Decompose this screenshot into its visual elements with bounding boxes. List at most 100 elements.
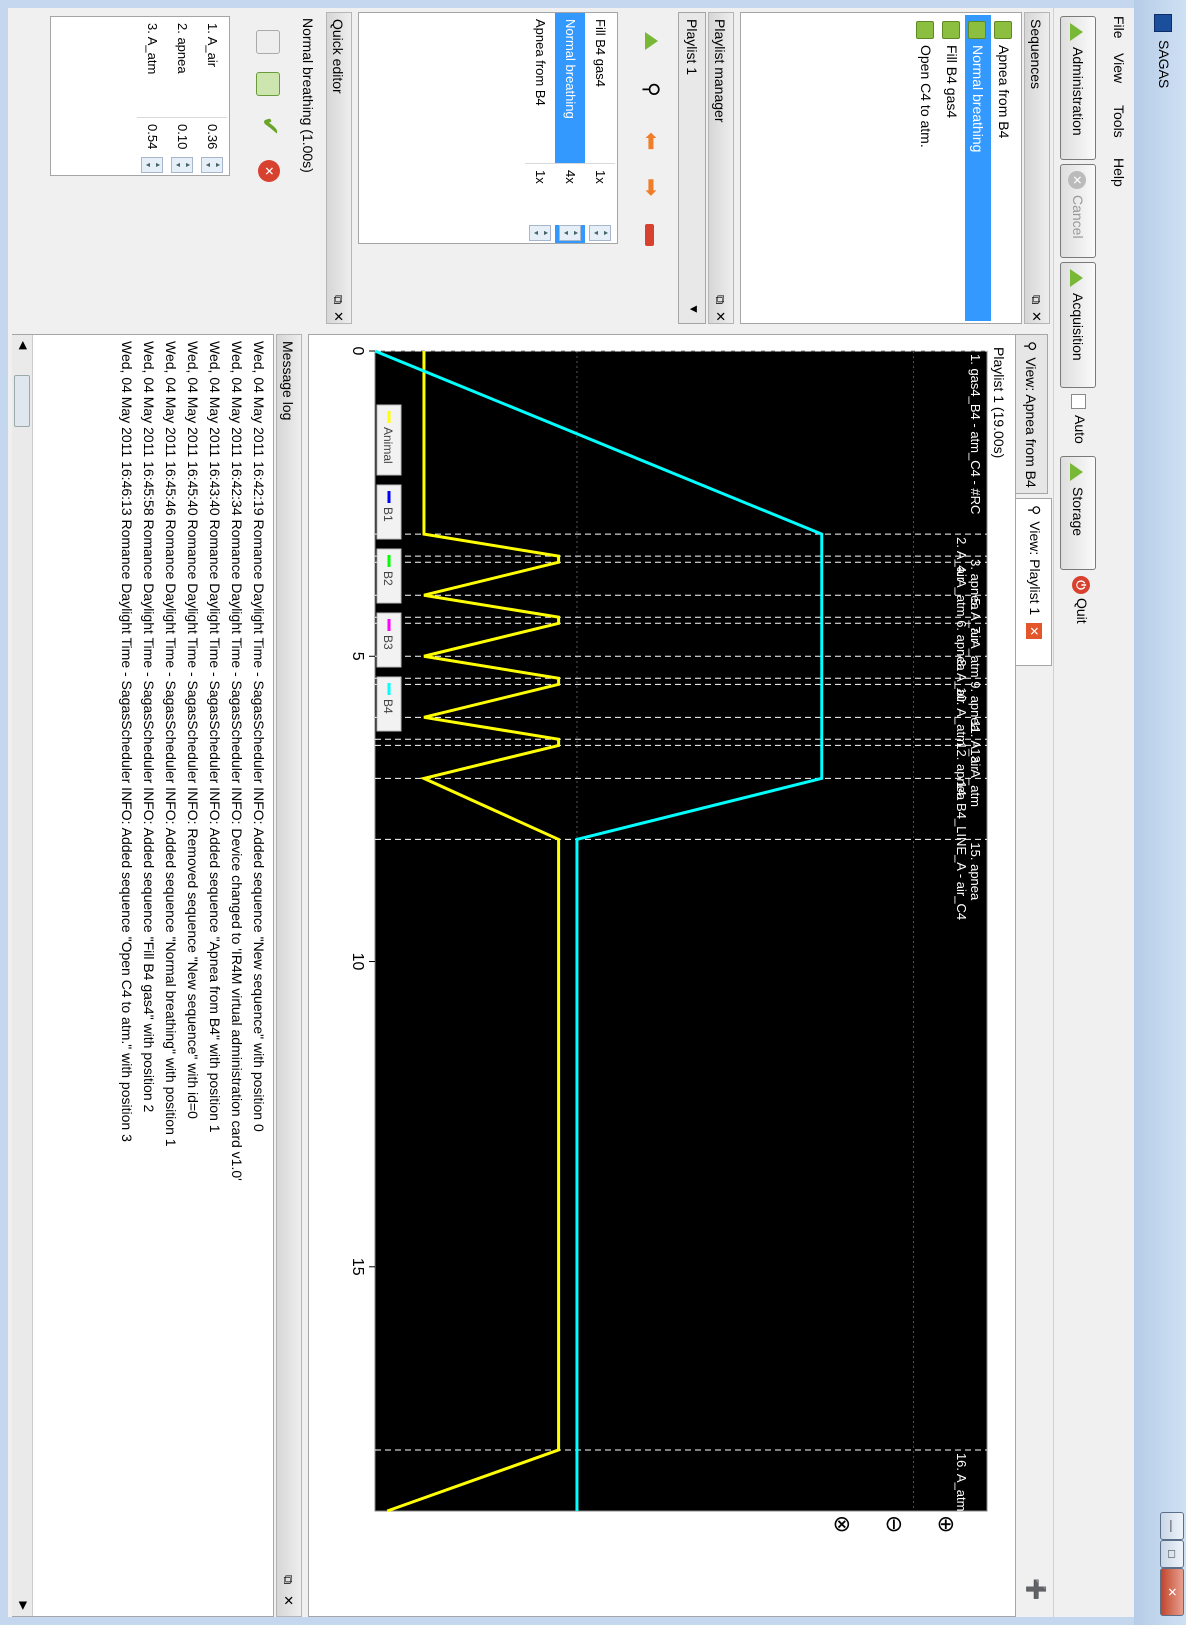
undock-icon[interactable]: ⧉ xyxy=(325,295,351,304)
sequence-icon xyxy=(993,21,1012,39)
app-icon xyxy=(1154,14,1172,32)
arrow-left-icon[interactable]: ⬅ xyxy=(638,132,664,150)
x-tick-label: 5 xyxy=(349,652,366,661)
close-icon[interactable]: ✕ xyxy=(1160,1568,1184,1616)
row-count: 4x xyxy=(555,163,585,225)
table-row[interactable]: Fill B4 gas4 1x ▲ ▼ xyxy=(585,13,615,243)
row-count: 1x xyxy=(585,163,615,225)
view-panel: Playlist 1 (19.00s) ⊕ ⊖ ⊗ 0 5 10 15 1. gas4_… xyxy=(308,334,1016,1617)
log-line: Wed, 04 May 2011 16:42:34 Romance Daylig… xyxy=(229,341,245,1181)
legend-label: B2 xyxy=(381,571,395,586)
sequences-title: Sequences xyxy=(1028,19,1044,90)
title-bar: SAGAS — □ ✕ xyxy=(1134,0,1186,1625)
list-item[interactable]: Normal breathing xyxy=(965,15,991,321)
list-item[interactable]: Open C4 to atm. xyxy=(913,15,939,321)
table-row[interactable]: 1. A_air 0.36 ▲ ▼ xyxy=(197,17,227,175)
quick-editor-tools: ✔ ✕ xyxy=(248,16,284,316)
table-row[interactable]: 3. A_atm 0.54 ▲ ▼ xyxy=(137,17,167,175)
row-count: 1x xyxy=(525,163,555,225)
x-tick-label: 10 xyxy=(349,953,366,971)
tab-apnea-from-b4[interactable]: ⚲View: Apnea from B4✕ xyxy=(989,334,1048,494)
marker-label: 13. A_atm xyxy=(968,748,983,807)
acquisition-button[interactable]: Acquisition xyxy=(1060,262,1096,388)
auto-checkbox[interactable]: Auto xyxy=(1071,394,1088,444)
legend-label: B1 xyxy=(381,507,395,522)
magnifier-icon: ⚲ xyxy=(1023,341,1039,352)
close-icon[interactable]: ✕ xyxy=(275,1595,301,1606)
document-icon[interactable] xyxy=(256,30,280,54)
play-icon xyxy=(1070,23,1084,41)
remove-icon[interactable] xyxy=(645,224,654,246)
quit-button[interactable]: ⏻ Quit xyxy=(1072,576,1090,624)
list-item[interactable]: Apnea from B4 xyxy=(991,15,1017,321)
close-icon[interactable]: ✕ xyxy=(707,311,733,322)
spinner-icon[interactable]: ▲ ▼ xyxy=(201,157,223,173)
plot-area: 0510151. gas4_B4 - atm_C4 - #RC2. A_air 3… xyxy=(349,347,988,1513)
legend-label: B3 xyxy=(381,635,395,650)
spinner-icon[interactable]: ▲ ▼ xyxy=(171,157,193,173)
marker-label: 14. B4_LINE_A - air_C4 xyxy=(954,781,969,920)
tab-label: View: Apnea from B4 xyxy=(1023,357,1039,488)
menu-help[interactable]: Help xyxy=(1111,158,1127,187)
legend-label: B4 xyxy=(381,699,395,714)
row-name: Apnea from B4 xyxy=(533,19,548,106)
menu-file[interactable]: File xyxy=(1111,16,1127,39)
row-name: Normal breathing xyxy=(563,19,578,119)
tab-playlist-1[interactable]: ⚲ View: Playlist 1 ✕ xyxy=(1016,498,1052,666)
playlist-select-value: Playlist 1 xyxy=(684,19,700,76)
arrow-right-icon[interactable]: ➡ xyxy=(638,178,664,196)
magnifier-icon[interactable]: ⚲ xyxy=(639,82,664,97)
menu-tools[interactable]: Tools xyxy=(1111,105,1127,138)
sequence-icon xyxy=(967,21,986,39)
quick-editor-table: 1. A_air 0.36 ▲ ▼ 2. apnea 0.10 ▲ ▼ 3. A_a… xyxy=(50,16,230,176)
quit-label: Quit xyxy=(1074,598,1090,624)
table-row[interactable]: Apnea from B4 1x ▲ ▼ xyxy=(525,13,555,243)
undock-icon[interactable]: ⧉ xyxy=(1023,295,1049,304)
horizontal-scrollbar[interactable]: ◀ ▶ xyxy=(12,335,33,1616)
play-icon[interactable] xyxy=(645,32,658,50)
playlist-manager-header: Playlist manager ⧉ ✕ xyxy=(708,12,734,324)
undock-icon[interactable]: ⧉ xyxy=(707,295,733,304)
scroll-right-icon[interactable]: ▶ xyxy=(17,1602,30,1610)
quick-editor-title: Quick editor xyxy=(330,19,346,94)
minimize-icon[interactable]: — xyxy=(1160,1512,1184,1540)
log-line: Wed, 04 May 2011 16:45:58 Romance Daylig… xyxy=(141,341,157,1113)
close-icon[interactable]: ✕ xyxy=(1025,623,1042,640)
tab-label: View: Playlist 1 xyxy=(1027,521,1043,616)
playlist-select[interactable]: Playlist 1 ▼ xyxy=(678,12,706,324)
log-line: Wed, 04 May 2011 16:46:13 Romance Daylig… xyxy=(119,341,135,1142)
spinner-icon[interactable]: ▲ ▼ xyxy=(559,225,581,241)
list-item[interactable]: Fill B4 gas4 xyxy=(939,15,965,321)
close-icon[interactable]: ✕ xyxy=(325,311,351,322)
marker-label: 1. gas4_B4 - atm_C4 - #RC xyxy=(968,354,983,514)
new-view-icon[interactable]: ➕ xyxy=(1025,1578,1046,1600)
list-item-label: Open C4 to atm. xyxy=(918,45,934,148)
scroll-left-icon[interactable]: ◀ xyxy=(17,341,30,349)
play-icon xyxy=(1070,269,1084,287)
undock-icon[interactable]: ⧉ xyxy=(275,1575,301,1584)
check-icon[interactable]: ✔ xyxy=(255,116,284,136)
quick-editor-header: Quick editor ⧉ ✕ xyxy=(326,12,352,324)
table-row[interactable]: 2. apnea 0.10 ▲ ▼ xyxy=(167,17,197,175)
plot-background xyxy=(374,350,988,1512)
row-name: Fill B4 gas4 xyxy=(593,19,608,87)
close-icon[interactable]: ✕ xyxy=(1023,311,1049,322)
delete-icon[interactable]: ✕ xyxy=(258,160,280,182)
play-icon xyxy=(1070,463,1084,481)
log-line: Wed, 04 May 2011 16:43:40 Romance Daylig… xyxy=(207,341,223,1133)
log-line: Wed, 04 May 2011 16:42:19 Romance Daylig… xyxy=(251,341,267,1132)
administration-button[interactable]: Administration xyxy=(1060,16,1096,160)
storage-button[interactable]: Storage xyxy=(1060,456,1096,570)
quick-editor-caption: Normal breathing (1.00s) xyxy=(300,18,316,173)
image-icon[interactable] xyxy=(256,72,280,96)
spinner-icon[interactable]: ▲ ▼ xyxy=(589,225,611,241)
menu-view[interactable]: View xyxy=(1111,53,1127,83)
message-log: Wed, 04 May 2011 16:42:19 Romance Daylig… xyxy=(12,334,274,1617)
maximize-icon[interactable]: □ xyxy=(1160,1540,1184,1568)
spinner-icon[interactable]: ▲ ▼ xyxy=(529,225,551,241)
scrollbar-thumb[interactable] xyxy=(14,375,30,427)
cancel-button[interactable]: ✕ Cancel xyxy=(1060,164,1096,258)
spinner-icon[interactable]: ▲ ▼ xyxy=(141,157,163,173)
legend-label: Animal xyxy=(381,427,395,464)
table-row[interactable]: Normal breathing 4x ▲ ▼ xyxy=(555,13,585,243)
